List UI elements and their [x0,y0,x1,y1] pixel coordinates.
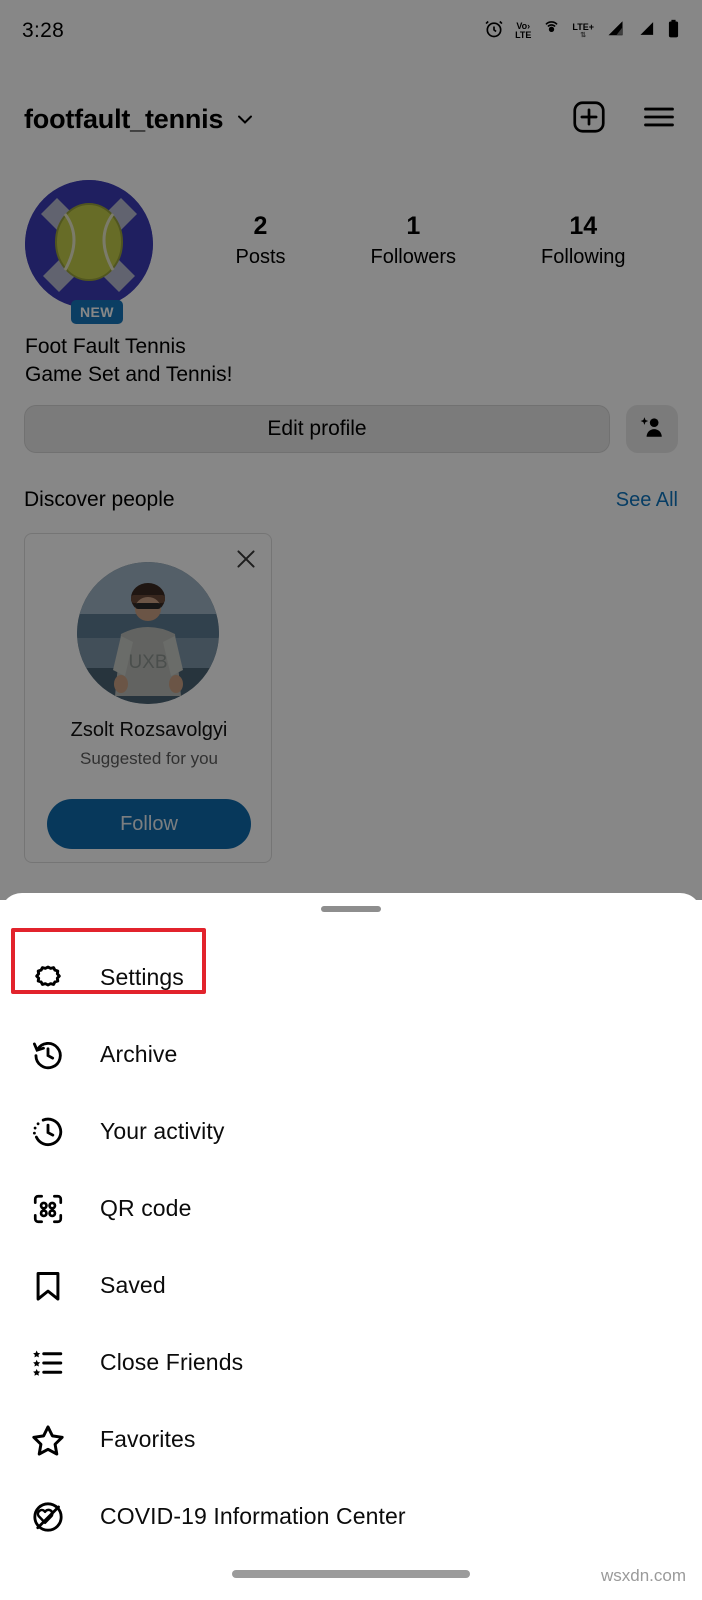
gear-icon [26,956,70,1000]
menu-item-label: Saved [100,1272,166,1298]
instagram-profile-screen: 3:28 Vo› LTE LTE+ ⇅ footfault_tennis NEW… [0,0,702,900]
suggestion-card[interactable]: UXB Zsolt Rozsavolgyi Suggested for you … [24,533,272,863]
sheet-drag-handle[interactable] [321,906,381,912]
stat-posts[interactable]: 2 Posts [235,212,285,269]
edit-profile-button[interactable]: Edit profile [24,405,610,453]
menu-item-archive[interactable]: Archive [0,1016,702,1093]
profile-options-bottom-sheet: Settings Archive Your activity QR code S… [0,893,702,1600]
suggestion-subtitle: Suggested for you [80,749,218,768]
star-icon [26,1418,70,1462]
sheet-menu-list: Settings Archive Your activity QR code S… [0,939,702,1555]
profile-header: footfault_tennis [0,86,702,152]
discover-people-title: Discover people [24,488,175,511]
battery-icon [667,19,680,44]
alarm-icon [484,19,504,44]
plus-square-icon[interactable] [570,98,608,141]
covid-info-icon [26,1495,70,1539]
discover-people-row: Discover people See All [0,488,702,512]
hotspot-icon [542,19,561,43]
profile-summary-row: NEW 2 Posts 1 Followers 14 Following [0,180,702,324]
menu-item-qr-code[interactable]: QR code [0,1170,702,1247]
profile-bio-text: Game Set and Tennis! [25,362,233,386]
follow-button[interactable]: Follow [47,799,251,849]
stat-following[interactable]: 14 Following [541,212,625,269]
menu-item-label: Your activity [100,1118,225,1144]
hamburger-menu-icon[interactable] [640,98,678,141]
add-person-icon [639,414,665,445]
profile-actions-row: Edit profile [0,404,702,454]
phone-screen: 3:28 Vo› LTE LTE+ ⇅ footfault_tennis NEW… [0,0,702,1600]
see-all-link[interactable]: See All [616,489,678,512]
svg-text:UXB: UXB [128,652,167,673]
menu-item-label: Favorites [100,1426,196,1452]
archive-clock-icon [26,1033,70,1077]
lte-plus-icon: LTE+ ⇅ [572,22,594,40]
volte-icon: Vo› LTE [515,21,532,40]
suggestion-name: Zsolt Rozsavolgyi [70,719,228,741]
chevron-down-icon[interactable] [233,107,257,131]
avatar-wrapper[interactable]: NEW [25,180,153,324]
profile-stats: 2 Posts 1 Followers 14 Following [153,180,702,269]
menu-item-saved[interactable]: Saved [0,1247,702,1324]
signal-sim2-icon [636,19,656,43]
stat-posts-value: 2 [253,212,268,240]
status-bar: 3:28 Vo› LTE LTE+ ⇅ [0,0,702,62]
stat-following-label: Following [541,245,626,268]
avatar[interactable] [25,180,153,308]
profile-bio: Foot Fault Tennis Game Set and Tennis! [25,333,525,388]
stat-following-value: 14 [569,212,598,240]
username-label[interactable]: footfault_tennis [24,104,223,135]
menu-item-label: Settings [100,964,184,990]
menu-item-label: COVID-19 Information Center [100,1503,406,1529]
menu-item-settings[interactable]: Settings [0,939,702,1016]
stat-followers-label: Followers [370,245,457,268]
close-friends-list-icon [26,1341,70,1385]
status-bar-clock: 3:28 [22,19,65,42]
menu-item-your-activity[interactable]: Your activity [0,1093,702,1170]
close-icon[interactable] [233,546,259,577]
profile-display-name: Foot Fault Tennis [25,335,186,358]
menu-item-favorites[interactable]: Favorites [0,1401,702,1478]
signal-sim1-icon [605,19,625,43]
home-indicator[interactable] [232,1570,470,1578]
menu-item-close-friends[interactable]: Close Friends [0,1324,702,1401]
activity-clock-icon [26,1110,70,1154]
suggestion-avatar[interactable]: UXB [77,562,219,704]
header-actions [570,98,678,141]
stat-posts-label: Posts [235,245,286,268]
menu-item-label: Close Friends [100,1349,244,1375]
stat-followers-value: 1 [406,212,421,240]
qr-code-icon [26,1187,70,1231]
add-person-button[interactable] [626,405,678,453]
bookmark-icon [26,1264,70,1308]
menu-item-covid-info[interactable]: COVID-19 Information Center [0,1478,702,1555]
new-badge: NEW [71,300,123,324]
status-bar-icons: Vo› LTE LTE+ ⇅ [484,19,680,44]
menu-item-label: QR code [100,1195,192,1221]
watermark: wsxdn.com [600,1566,686,1585]
stat-followers[interactable]: 1 Followers [370,212,456,269]
menu-item-label: Archive [100,1041,178,1067]
